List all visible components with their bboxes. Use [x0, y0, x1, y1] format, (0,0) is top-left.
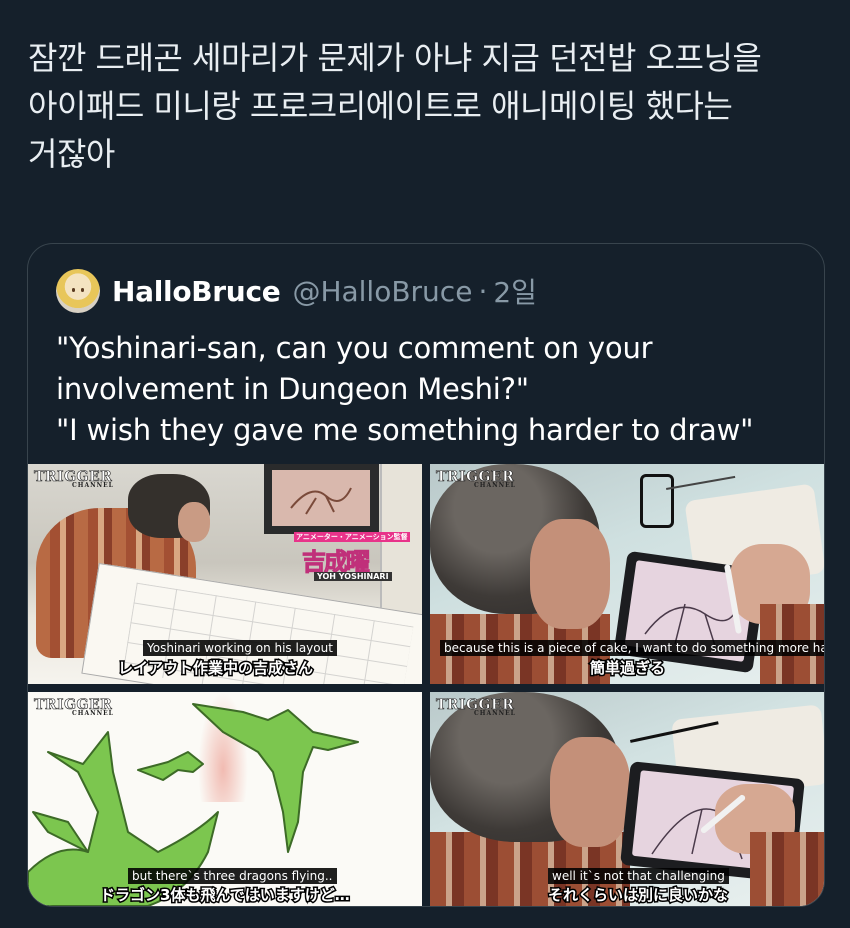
tweet-text: 잠깐 드래곤 세마리가 문제가 아냐 지금 던전밥 오프닝을 아이패드 미니랑 …	[28, 34, 828, 178]
separator: ·	[478, 274, 488, 308]
caption-en: Yoshinari working on his layout	[143, 640, 337, 656]
caption-en: but there`s three dragons flying..	[128, 868, 337, 884]
caption-jp: レイアウト作業中の吉成さん	[116, 658, 314, 679]
quoted-tweet-header: HalloBruce @HalloBruce · 2일	[56, 268, 537, 314]
trigger-logo: TRIGGER CHANNEL	[436, 697, 516, 717]
caption-en: well it`s not that challenging	[548, 868, 729, 884]
trigger-logo: TRIGGER CHANNEL	[436, 469, 516, 489]
trigger-logo: TRIGGER CHANNEL	[34, 697, 114, 717]
media-image-1[interactable]: アニメーター・アニメーション監督 吉成曜 YOH YOSHINARI TRIGG…	[28, 464, 422, 684]
media-image-3[interactable]: TRIGGER CHANNEL but there`s three dragons…	[28, 692, 422, 906]
caption-jp: ドラゴン3体も飛んではいますけど…	[99, 885, 352, 906]
caption-jp: それくらいは別に良いかな	[546, 885, 729, 906]
glasses-arm	[666, 475, 736, 490]
timestamp[interactable]: 2일	[493, 271, 537, 311]
quoted-text-line: "Yoshinari-san, can you comment on your	[56, 331, 653, 365]
tweet-line: 아이패드 미니랑 프로크리에이트로 애니메이팅 했다는	[28, 87, 733, 125]
media-image-2[interactable]: TRIGGER CHANNEL because this is a piece o…	[430, 464, 824, 684]
display-name[interactable]: HalloBruce	[112, 275, 281, 308]
name-tag-romaji: YOH YOSHINARI	[314, 572, 392, 581]
person-face	[550, 737, 630, 847]
quoted-text-line: involvement in Dungeon Meshi?"	[56, 372, 529, 406]
media-grid: アニメーター・アニメーション監督 吉成曜 YOH YOSHINARI TRIGG…	[28, 464, 824, 906]
quoted-text-line: "I wish they gave me something harder to…	[56, 413, 754, 447]
user-handle[interactable]: @HalloBruce	[292, 275, 472, 308]
quoted-tweet-card[interactable]: HalloBruce @HalloBruce · 2일 "Yoshinari-s…	[27, 243, 825, 907]
sleeve	[750, 832, 824, 906]
quoted-tweet-text: "Yoshinari-san, can you comment on your …	[56, 328, 816, 451]
trigger-logo: TRIGGER CHANNEL	[34, 469, 114, 489]
tweet-line: 잠깐 드래곤 세마리가 문제가 아냐 지금 던전밥 오프닝을	[28, 39, 762, 77]
caption-jp: 簡単過ぎる	[588, 658, 666, 679]
screen-dragon-sketch	[290, 487, 352, 515]
name-tag: アニメーター・アニメーション監督 吉成曜 YOH YOSHINARI	[294, 532, 410, 588]
person-face	[530, 519, 610, 629]
media-image-4[interactable]: TRIGGER CHANNEL well it`s not that challe…	[430, 692, 824, 906]
glasses	[640, 474, 674, 528]
avatar[interactable]	[56, 269, 100, 313]
caption-en: because this is a piece of cake, I want …	[440, 640, 824, 656]
name-tag-role: アニメーター・アニメーション監督	[294, 532, 410, 542]
person-face	[178, 502, 210, 542]
tweet-line: 거잖아	[28, 135, 115, 173]
